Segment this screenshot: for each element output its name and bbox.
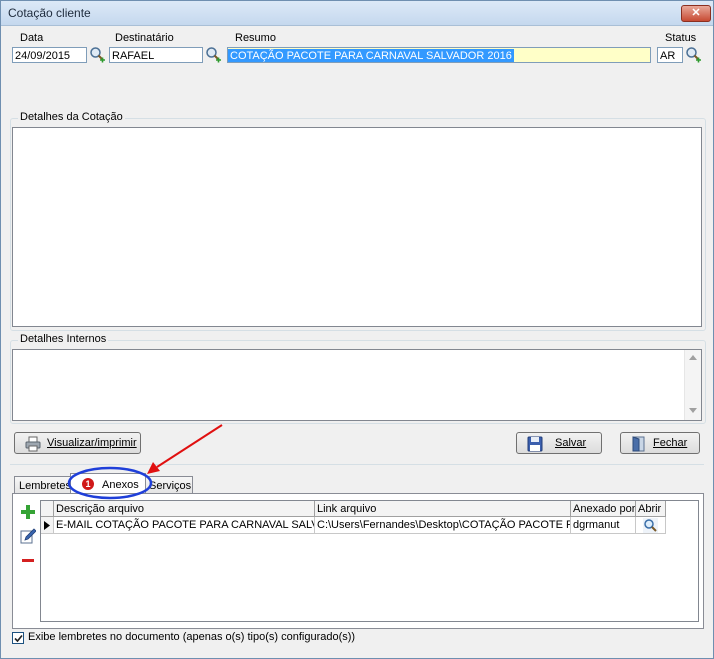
annotation-arrow-line [156, 424, 223, 468]
annotation-overlay [67, 424, 223, 500]
cotacao-cliente-window: Cotação cliente ✕ Data 24/09/2015 Destin… [0, 0, 714, 659]
annotation-arrow-head [147, 462, 160, 474]
annotation-ellipse [67, 466, 153, 500]
